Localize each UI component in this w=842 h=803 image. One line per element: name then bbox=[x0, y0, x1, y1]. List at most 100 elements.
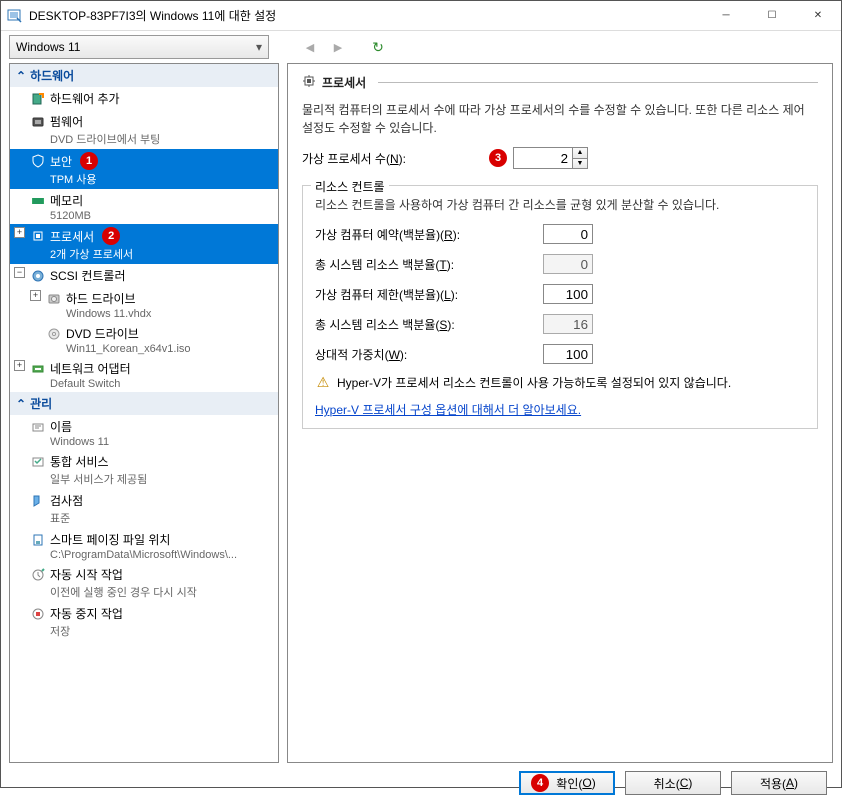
reserve-row: 가상 컴퓨터 예약(백분율)(R): bbox=[315, 224, 805, 244]
content-title: 프로세서 bbox=[322, 74, 366, 91]
smartpaging-sub: C:\ProgramData\Microsoft\Windows\... bbox=[30, 549, 278, 561]
warning-text: Hyper-V가 프로세서 리소스 컨트롤이 사용 가능하도록 설정되어 있지 … bbox=[337, 374, 731, 391]
total-reserve-row: 총 시스템 리소스 백분율(T): bbox=[315, 254, 805, 274]
minimize-button[interactable]: ─ bbox=[703, 1, 749, 31]
autostart-sub: 이전에 실행 중인 경우 다시 시작 bbox=[30, 584, 278, 600]
sidebar-item-scsi[interactable]: − SCSI 컨트롤러 bbox=[10, 264, 278, 287]
reserve-label: 가상 컴퓨터 예약(백분율)(R): bbox=[315, 226, 535, 243]
expander-net[interactable]: + bbox=[14, 360, 25, 371]
sidebar-item-firmware[interactable]: 펌웨어 DVD 드라이브에서 부팅 bbox=[10, 110, 278, 149]
back-button[interactable]: ◀ bbox=[299, 36, 321, 58]
add-hardware-label: 하드웨어 추가 bbox=[50, 90, 120, 107]
section-manage-label: 관리 bbox=[30, 395, 52, 412]
sidebar-item-processor[interactable]: + 프로세서 2 2개 가상 프로세서 bbox=[10, 224, 278, 264]
sidebar-item-hdd[interactable]: + 하드 드라이브 Windows 11.vhdx bbox=[10, 287, 278, 322]
reserve-input[interactable] bbox=[543, 224, 593, 244]
autostart-label: 자동 시작 작업 bbox=[50, 566, 123, 583]
footer: 4 확인(O) 취소(C) 적용(A) bbox=[1, 763, 841, 803]
firmware-label: 펌웨어 bbox=[50, 113, 83, 130]
sidebar: ⌃ 하드웨어 하드웨어 추가 펌웨어 DVD 드라이브에서 부팅 bbox=[9, 63, 279, 763]
checkpoint-label: 검사점 bbox=[50, 492, 83, 509]
add-hardware-icon bbox=[30, 91, 46, 107]
memory-icon bbox=[30, 193, 46, 209]
scsi-label: SCSI 컨트롤러 bbox=[50, 267, 126, 284]
sidebar-item-checkpoint[interactable]: 검사점 표준 bbox=[10, 489, 278, 528]
network-label: 네트워크 어댑터 bbox=[50, 360, 131, 377]
sidebar-item-add-hardware[interactable]: 하드웨어 추가 bbox=[10, 87, 278, 110]
name-label: 이름 bbox=[50, 418, 72, 435]
limit-label: 가상 컴퓨터 제한(백분율)(L): bbox=[315, 286, 535, 303]
content-header: 프로세서 bbox=[302, 74, 818, 91]
badge-2: 2 bbox=[102, 227, 120, 245]
processor-sub: 2개 가상 프로세서 bbox=[30, 246, 278, 262]
services-sub: 일부 서비스가 제공됨 bbox=[30, 471, 278, 487]
sidebar-item-memory[interactable]: 메모리 5120MB bbox=[10, 189, 278, 224]
name-sub: Windows 11 bbox=[30, 436, 278, 448]
autostart-icon bbox=[30, 567, 46, 583]
badge-1: 1 bbox=[80, 152, 98, 170]
sidebar-item-network[interactable]: + 네트워크 어댑터 Default Switch bbox=[10, 357, 278, 392]
total-reserve-display bbox=[543, 254, 593, 274]
memory-label: 메모리 bbox=[50, 192, 83, 209]
vproc-spinner[interactable]: ▲ ▼ bbox=[573, 147, 588, 169]
ok-button[interactable]: 4 확인(O) bbox=[519, 771, 615, 795]
maximize-button[interactable]: ☐ bbox=[749, 1, 795, 31]
autostop-icon bbox=[30, 606, 46, 622]
forward-button[interactable]: ▶ bbox=[327, 36, 349, 58]
cancel-button[interactable]: 취소(C) bbox=[625, 771, 721, 795]
vproc-input[interactable] bbox=[513, 147, 573, 169]
checkpoint-icon bbox=[30, 493, 46, 509]
vm-select[interactable]: Windows 11 bbox=[9, 35, 269, 59]
dvd-sub: Win11_Korean_x64v1.iso bbox=[46, 343, 278, 355]
expander-processor[interactable]: + bbox=[14, 227, 25, 238]
collapse-icon: ⌃ bbox=[16, 397, 26, 411]
section-manage[interactable]: ⌃ 관리 bbox=[10, 392, 278, 415]
vproc-row: 가상 프로세서 수(N): 3 ▲ ▼ bbox=[302, 147, 818, 169]
spinner-up-icon[interactable]: ▲ bbox=[573, 148, 587, 159]
sidebar-item-smartpaging[interactable]: 스마트 페이징 파일 위치 C:\ProgramData\Microsoft\W… bbox=[10, 528, 278, 563]
badge-4: 4 bbox=[531, 774, 549, 792]
hdd-label: 하드 드라이브 bbox=[66, 290, 136, 307]
total-limit-display bbox=[543, 314, 593, 334]
learn-more-link[interactable]: Hyper-V 프로세서 구성 옵션에 대해서 더 알아보세요. bbox=[315, 403, 581, 417]
sidebar-item-security[interactable]: 보안 1 TPM 사용 bbox=[10, 149, 278, 189]
sidebar-item-name[interactable]: 이름 Windows 11 bbox=[10, 415, 278, 450]
section-hardware[interactable]: ⌃ 하드웨어 bbox=[10, 64, 278, 87]
hdd-sub: Windows 11.vhdx bbox=[46, 308, 278, 320]
firmware-sub: DVD 드라이브에서 부팅 bbox=[30, 131, 278, 147]
processor-label: 프로세서 bbox=[50, 228, 94, 245]
apply-button[interactable]: 적용(A) bbox=[731, 771, 827, 795]
warning-icon: ⚠ bbox=[315, 375, 331, 391]
dvd-label: DVD 드라이브 bbox=[66, 325, 139, 342]
vproc-label: 가상 프로세서 수(N): bbox=[302, 150, 477, 167]
expander-scsi[interactable]: − bbox=[14, 267, 25, 278]
resource-control-title: 리소스 컨트롤 bbox=[311, 178, 389, 195]
sidebar-item-autostart[interactable]: 자동 시작 작업 이전에 실행 중인 경우 다시 시작 bbox=[10, 563, 278, 602]
network-icon bbox=[30, 361, 46, 377]
main-area: ⌃ 하드웨어 하드웨어 추가 펌웨어 DVD 드라이브에서 부팅 bbox=[1, 63, 841, 763]
window-title: DESKTOP-83PF7I3의 Windows 11에 대한 설정 bbox=[29, 7, 703, 24]
refresh-button[interactable]: ↻ bbox=[367, 36, 389, 58]
spinner-down-icon[interactable]: ▼ bbox=[573, 159, 587, 169]
hdd-icon bbox=[46, 291, 62, 307]
weight-input[interactable] bbox=[543, 344, 593, 364]
weight-label: 상대적 가중치(W): bbox=[315, 346, 535, 363]
titlebar: DESKTOP-83PF7I3의 Windows 11에 대한 설정 ─ ☐ ✕ bbox=[1, 1, 841, 31]
expander-hdd[interactable]: + bbox=[30, 290, 41, 301]
scsi-icon bbox=[30, 268, 46, 284]
sidebar-item-dvd[interactable]: DVD 드라이브 Win11_Korean_x64v1.iso bbox=[10, 322, 278, 357]
close-button[interactable]: ✕ bbox=[795, 1, 841, 31]
smartpaging-label: 스마트 페이징 파일 위치 bbox=[50, 531, 170, 548]
toolbar: Windows 11 ◀ ▶ ↻ bbox=[1, 31, 841, 63]
link-row: Hyper-V 프로세서 구성 옵션에 대해서 더 알아보세요. bbox=[315, 401, 805, 418]
name-icon bbox=[30, 419, 46, 435]
vm-select-value: Windows 11 bbox=[16, 40, 80, 54]
processor-icon bbox=[302, 74, 316, 91]
weight-row: 상대적 가중치(W): bbox=[315, 344, 805, 364]
limit-input[interactable] bbox=[543, 284, 593, 304]
resource-control-desc: 리소스 컨트롤을 사용하여 가상 컴퓨터 간 리소스를 균형 있게 분산할 수 … bbox=[315, 196, 805, 214]
autostop-label: 자동 중지 작업 bbox=[50, 605, 123, 622]
sidebar-item-services[interactable]: 통합 서비스 일부 서비스가 제공됨 bbox=[10, 450, 278, 489]
sidebar-item-autostop[interactable]: 자동 중지 작업 저장 bbox=[10, 602, 278, 641]
checkpoint-sub: 표준 bbox=[30, 510, 278, 526]
